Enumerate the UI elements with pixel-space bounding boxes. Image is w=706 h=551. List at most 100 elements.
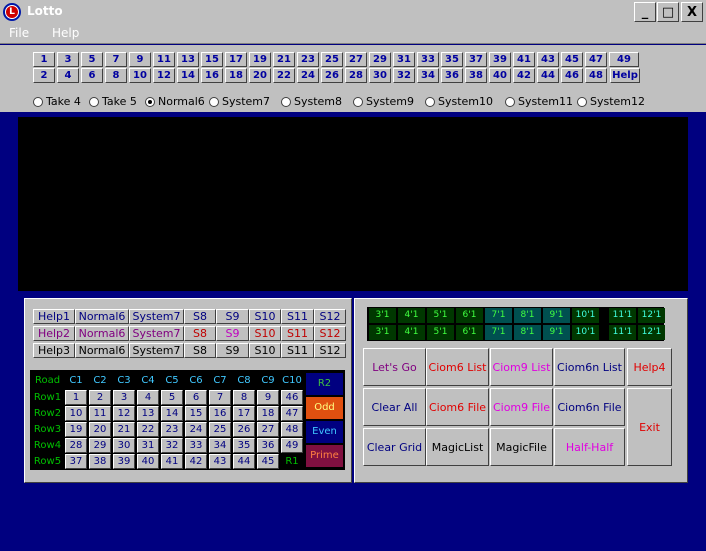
grid-number-cell[interactable]: 46 bbox=[281, 390, 303, 405]
maximize-button[interactable]: □ bbox=[657, 2, 679, 22]
number-button[interactable]: 35 bbox=[441, 52, 463, 67]
grid-number-cell[interactable]: 21 bbox=[113, 422, 135, 437]
mode-option-normal6[interactable]: Normal6 bbox=[145, 95, 205, 108]
grid-number-cell[interactable]: 35 bbox=[233, 438, 255, 453]
help-cell[interactable]: Normal6 bbox=[75, 309, 129, 324]
grid-number-cell[interactable]: 44 bbox=[233, 454, 255, 469]
exit-button[interactable]: Exit bbox=[627, 388, 672, 466]
number-button[interactable]: 45 bbox=[561, 52, 583, 67]
action-ciom9-list-button[interactable]: Ciom9 List bbox=[490, 348, 553, 386]
action-clear-grid-button[interactable]: Clear Grid bbox=[363, 428, 426, 466]
grid-number-cell[interactable]: 30 bbox=[113, 438, 135, 453]
grid-number-cell[interactable]: 6 bbox=[185, 390, 207, 405]
mode-option-take4[interactable]: Take 4 bbox=[33, 95, 81, 108]
number-button[interactable]: 25 bbox=[321, 52, 343, 67]
grid-number-cell[interactable]: 33 bbox=[185, 438, 207, 453]
help-cell[interactable]: System7 bbox=[129, 343, 184, 358]
number-button[interactable]: 5 bbox=[81, 52, 103, 67]
mode-option-system11[interactable]: System11 bbox=[505, 95, 573, 108]
grid-number-cell[interactable]: 23 bbox=[161, 422, 183, 437]
grid-number-cell[interactable]: 32 bbox=[161, 438, 183, 453]
mode-option-system7[interactable]: System7 bbox=[209, 95, 270, 108]
help-cell[interactable]: S11 bbox=[281, 343, 314, 358]
grid-number-cell[interactable]: 34 bbox=[209, 438, 231, 453]
help-cell[interactable]: S9 bbox=[216, 309, 249, 324]
grid-number-cell[interactable]: 24 bbox=[185, 422, 207, 437]
grid-number-cell[interactable]: 42 bbox=[185, 454, 207, 469]
number-button[interactable]: 20 bbox=[249, 68, 271, 83]
mode-option-take5[interactable]: Take 5 bbox=[89, 95, 137, 108]
grid-number-cell[interactable]: 22 bbox=[137, 422, 159, 437]
number-button[interactable]: 11 bbox=[153, 52, 175, 67]
help-cell[interactable]: System7 bbox=[129, 326, 184, 341]
grid-side-r2[interactable]: R2 bbox=[306, 373, 343, 395]
grid-number-cell[interactable]: 40 bbox=[137, 454, 159, 469]
action-ciom6n-list-button[interactable]: Ciom6n List bbox=[554, 348, 625, 386]
grid-number-cell[interactable]: 29 bbox=[89, 438, 111, 453]
help-cell[interactable]: S9 bbox=[216, 343, 249, 358]
number-button[interactable]: 18 bbox=[225, 68, 247, 83]
grid-number-cell[interactable]: 12 bbox=[113, 406, 135, 421]
action-help4-button[interactable]: Help4 bbox=[627, 348, 672, 386]
help-button[interactable]: Help bbox=[610, 68, 640, 83]
grid-number-cell[interactable]: 14 bbox=[161, 406, 183, 421]
action-ciom9-file-button[interactable]: Ciom9 File bbox=[490, 388, 553, 426]
grid-number-cell[interactable]: 31 bbox=[137, 438, 159, 453]
grid-number-cell[interactable]: 39 bbox=[113, 454, 135, 469]
grid-number-cell[interactable]: 4 bbox=[137, 390, 159, 405]
action-let-s-go-button[interactable]: Let's Go bbox=[363, 348, 426, 386]
number-button[interactable]: 2 bbox=[33, 68, 55, 83]
help-cell[interactable]: Normal6 bbox=[75, 326, 129, 341]
action-magicfile-button[interactable]: MagicFile bbox=[490, 428, 553, 466]
action-half-half-button[interactable]: Half-Half bbox=[554, 428, 625, 466]
help-cell[interactable]: Help3 bbox=[33, 343, 75, 358]
help-cell[interactable]: S11 bbox=[281, 309, 314, 324]
help-cell[interactable]: S10 bbox=[249, 326, 281, 341]
action-magiclist-button[interactable]: MagicList bbox=[426, 428, 489, 466]
help-cell[interactable]: S10 bbox=[249, 343, 281, 358]
help-cell[interactable]: S11 bbox=[281, 326, 314, 341]
mode-option-system9[interactable]: System9 bbox=[353, 95, 414, 108]
help-cell[interactable]: Help1 bbox=[33, 309, 75, 324]
number-button[interactable]: 27 bbox=[345, 52, 367, 67]
number-button[interactable]: 12 bbox=[153, 68, 175, 83]
help-cell[interactable]: S12 bbox=[314, 309, 346, 324]
number-button[interactable]: 14 bbox=[177, 68, 199, 83]
number-button[interactable]: 15 bbox=[201, 52, 223, 67]
number-button[interactable]: 16 bbox=[201, 68, 223, 83]
number-button[interactable]: 3 bbox=[57, 52, 79, 67]
number-button[interactable]: 49 bbox=[609, 52, 639, 67]
menu-file[interactable]: File bbox=[9, 26, 29, 40]
grid-number-cell[interactable]: 48 bbox=[281, 422, 303, 437]
number-button[interactable]: 1 bbox=[33, 52, 55, 67]
grid-side-even[interactable]: Even bbox=[306, 421, 343, 443]
number-button[interactable]: 48 bbox=[585, 68, 607, 83]
grid-number-cell[interactable]: 19 bbox=[65, 422, 87, 437]
number-button[interactable]: 44 bbox=[537, 68, 559, 83]
action-clear-all-button[interactable]: Clear All bbox=[363, 388, 426, 426]
number-button[interactable]: 26 bbox=[321, 68, 343, 83]
number-button[interactable]: 10 bbox=[129, 68, 151, 83]
grid-side-odd[interactable]: Odd bbox=[306, 397, 343, 419]
number-button[interactable]: 36 bbox=[441, 68, 463, 83]
mode-option-system8[interactable]: System8 bbox=[281, 95, 342, 108]
number-button[interactable]: 23 bbox=[297, 52, 319, 67]
grid-number-cell[interactable]: 17 bbox=[233, 406, 255, 421]
grid-number-cell[interactable]: 3 bbox=[113, 390, 135, 405]
grid-number-cell[interactable]: 36 bbox=[257, 438, 279, 453]
grid-number-cell[interactable]: 47 bbox=[281, 406, 303, 421]
grid-number-cell[interactable]: 41 bbox=[161, 454, 183, 469]
number-button[interactable]: 19 bbox=[249, 52, 271, 67]
number-button[interactable]: 40 bbox=[489, 68, 511, 83]
grid-number-cell[interactable]: 45 bbox=[257, 454, 279, 469]
number-button[interactable]: 29 bbox=[369, 52, 391, 67]
grid-number-cell[interactable]: 5 bbox=[161, 390, 183, 405]
number-button[interactable]: 31 bbox=[393, 52, 415, 67]
grid-number-cell[interactable]: 26 bbox=[233, 422, 255, 437]
grid-number-cell[interactable]: 38 bbox=[89, 454, 111, 469]
grid-number-cell[interactable]: 16 bbox=[209, 406, 231, 421]
action-ciom6n-file-button[interactable]: Ciom6n File bbox=[554, 388, 625, 426]
grid-number-cell[interactable]: 10 bbox=[65, 406, 87, 421]
number-button[interactable]: 13 bbox=[177, 52, 199, 67]
number-button[interactable]: 21 bbox=[273, 52, 295, 67]
